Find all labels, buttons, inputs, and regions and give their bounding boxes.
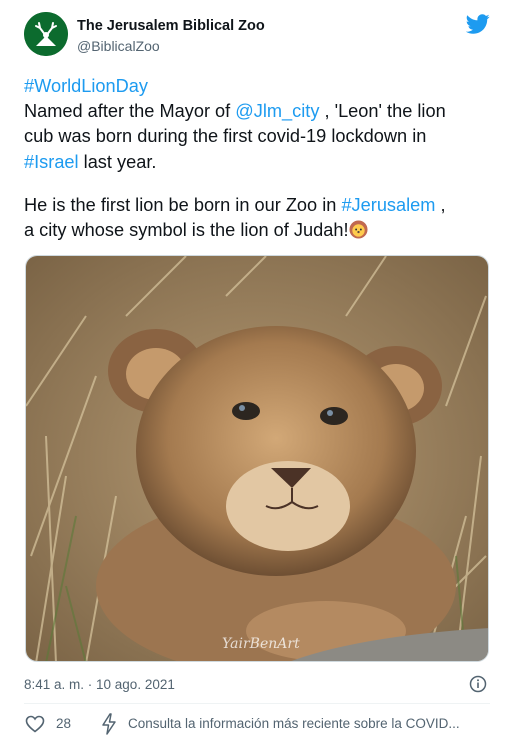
author-name[interactable]: The Jerusalem Biblical Zoo [77, 18, 265, 34]
avatar[interactable] [24, 12, 68, 56]
hashtag-jerusalem[interactable]: #Jerusalem [341, 195, 435, 215]
tweet-card: The Jerusalem Biblical Zoo @BiblicalZoo … [0, 0, 508, 745]
mention-jlm-city[interactable]: @Jlm_city [235, 101, 319, 121]
text-segment: He is the first lion be born in our Zoo … [24, 194, 342, 215]
tweet-photo[interactable]: YairBenArt [25, 255, 489, 662]
bolt-icon[interactable] [101, 713, 117, 735]
text-segment: a city whose symbol is the lion of Judah… [24, 219, 349, 240]
author-handle[interactable]: @BiblicalZoo [77, 38, 160, 54]
lion-emoji-icon [348, 220, 368, 239]
heart-icon[interactable] [25, 715, 45, 733]
like-count[interactable]: 28 [56, 716, 71, 731]
text-segment: cub was born during the first covid-19 l… [24, 126, 427, 147]
twitter-bird-icon[interactable] [466, 14, 490, 36]
text-segment: , [435, 194, 446, 215]
info-icon[interactable] [469, 675, 487, 693]
tweet-timestamp[interactable]: 8:41 a. m. · 10 ago. 2021 [24, 677, 175, 692]
text-segment: , 'Leon' the lion [319, 101, 446, 122]
photo-watermark: YairBenArt [222, 636, 300, 652]
hashtag-worldlionday[interactable]: #WorldLionDay [24, 76, 148, 96]
text-segment: last year. [78, 151, 157, 172]
lion-cub-photo [26, 256, 488, 661]
tweet-text: #WorldLionDay Named after the Mayor of @… [24, 74, 494, 243]
divider [24, 703, 490, 704]
text-segment: Named after the Mayor of [24, 101, 236, 122]
covid-info-link[interactable]: Consulta la información más reciente sob… [128, 716, 460, 731]
deer-logo-icon [24, 12, 68, 56]
hashtag-israel[interactable]: #Israel [24, 152, 79, 172]
